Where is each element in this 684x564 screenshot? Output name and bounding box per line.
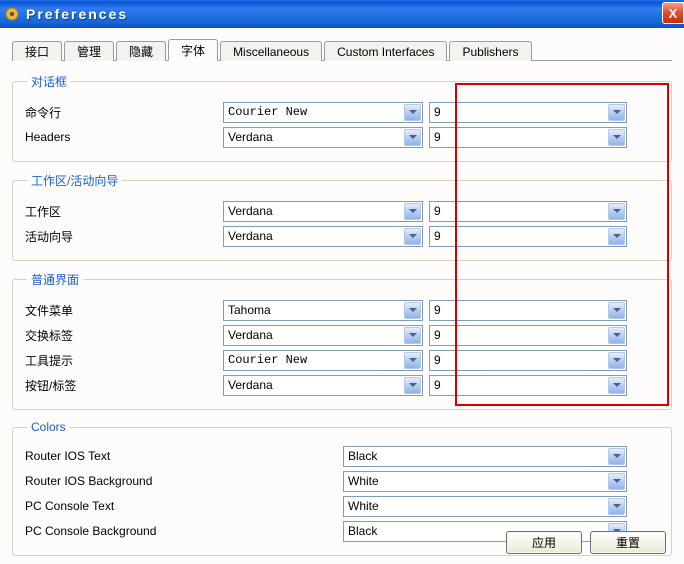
chevron-down-icon <box>608 327 625 344</box>
size-combo-activity[interactable]: 9 <box>429 226 627 247</box>
chevron-down-icon <box>608 448 625 465</box>
chevron-down-icon <box>608 473 625 490</box>
label-pc-text: PC Console Text <box>23 499 343 513</box>
font-combo-filemenu[interactable]: Tahoma <box>223 300 423 321</box>
chevron-down-icon <box>608 228 625 245</box>
client-area: 接口 管理 隐藏 字体 Miscellaneous Custom Interfa… <box>0 28 684 564</box>
chevron-down-icon <box>608 129 625 146</box>
window-title: Preferences <box>26 6 128 22</box>
color-combo-router-text[interactable]: Black <box>343 446 627 467</box>
chevron-down-icon <box>404 377 421 394</box>
chevron-down-icon <box>404 302 421 319</box>
chevron-down-icon <box>608 203 625 220</box>
size-combo-xlabel[interactable]: 9 <box>429 325 627 346</box>
label-cmdline: 命令行 <box>23 104 223 121</box>
label-router-text: Router IOS Text <box>23 449 343 463</box>
label-pc-bg: PC Console Background <box>23 524 343 538</box>
chevron-down-icon <box>404 129 421 146</box>
label-headers: Headers <box>23 130 223 144</box>
group-general-legend: 普通界面 <box>27 271 83 288</box>
tab-interface[interactable]: 接口 <box>12 41 62 61</box>
row-filemenu: 文件菜单 Tahoma 9 <box>23 299 661 321</box>
label-btnlabel: 按钮/标签 <box>23 377 223 394</box>
font-combo-headers[interactable]: Verdana <box>223 127 423 148</box>
tab-misc[interactable]: Miscellaneous <box>220 41 322 61</box>
row-router-text: Router IOS Text Black <box>23 445 661 467</box>
row-headers: Headers Verdana 9 <box>23 126 661 148</box>
label-tooltip: 工具提示 <box>23 352 223 369</box>
chevron-down-icon <box>404 352 421 369</box>
app-icon <box>4 6 20 22</box>
size-combo-tooltip[interactable]: 9 <box>429 350 627 371</box>
tab-publishers[interactable]: Publishers <box>449 41 531 61</box>
font-combo-xlabel[interactable]: Verdana <box>223 325 423 346</box>
group-dialog: 对话框 命令行 Courier New 9 Headers Verdana <box>12 73 672 162</box>
tab-strip: 接口 管理 隐藏 字体 Miscellaneous Custom Interfa… <box>12 38 672 60</box>
chevron-down-icon <box>608 498 625 515</box>
tab-custom-interfaces[interactable]: Custom Interfaces <box>324 41 447 61</box>
font-combo-btnlabel[interactable]: Verdana <box>223 375 423 396</box>
chevron-down-icon <box>404 104 421 121</box>
group-dialog-legend: 对话框 <box>27 73 71 90</box>
tab-hide[interactable]: 隐藏 <box>116 41 166 61</box>
font-combo-activity[interactable]: Verdana <box>223 226 423 247</box>
footer-buttons: 应用 重置 <box>506 531 666 554</box>
group-workspace: 工作区/活动向导 工作区 Verdana 9 活动向导 Verdana <box>12 172 672 261</box>
color-combo-router-bg[interactable]: White <box>343 471 627 492</box>
chevron-down-icon <box>404 327 421 344</box>
row-btnlabel: 按钮/标签 Verdana 9 <box>23 374 661 396</box>
label-activity: 活动向导 <box>23 228 223 245</box>
row-activity: 活动向导 Verdana 9 <box>23 225 661 247</box>
row-router-bg: Router IOS Background White <box>23 470 661 492</box>
label-xlabel: 交换标签 <box>23 327 223 344</box>
size-combo-headers[interactable]: 9 <box>429 127 627 148</box>
row-cmdline: 命令行 Courier New 9 <box>23 101 661 123</box>
titlebar: Preferences X <box>0 0 684 28</box>
group-workspace-legend: 工作区/活动向导 <box>27 172 122 189</box>
chevron-down-icon <box>404 203 421 220</box>
font-combo-workspace[interactable]: Verdana <box>223 201 423 222</box>
size-combo-filemenu[interactable]: 9 <box>429 300 627 321</box>
apply-button[interactable]: 应用 <box>506 531 582 554</box>
label-filemenu: 文件菜单 <box>23 302 223 319</box>
color-combo-pc-text[interactable]: White <box>343 496 627 517</box>
tab-font[interactable]: 字体 <box>168 39 218 61</box>
size-combo-cmdline[interactable]: 9 <box>429 102 627 123</box>
close-button[interactable]: X <box>662 2 684 24</box>
font-combo-cmdline[interactable]: Courier New <box>223 102 423 123</box>
size-combo-btnlabel[interactable]: 9 <box>429 375 627 396</box>
row-tooltip: 工具提示 Courier New 9 <box>23 349 661 371</box>
chevron-down-icon <box>608 352 625 369</box>
row-pc-text: PC Console Text White <box>23 495 661 517</box>
group-colors-legend: Colors <box>27 420 70 434</box>
close-icon: X <box>669 6 678 21</box>
row-xlabel: 交换标签 Verdana 9 <box>23 324 661 346</box>
chevron-down-icon <box>608 377 625 394</box>
chevron-down-icon <box>608 104 625 121</box>
font-combo-tooltip[interactable]: Courier New <box>223 350 423 371</box>
tab-manage[interactable]: 管理 <box>64 41 114 61</box>
reset-button[interactable]: 重置 <box>590 531 666 554</box>
label-workspace: 工作区 <box>23 203 223 220</box>
group-general: 普通界面 文件菜单 Tahoma 9 交换标签 Verdana <box>12 271 672 410</box>
label-router-bg: Router IOS Background <box>23 474 343 488</box>
chevron-down-icon <box>404 228 421 245</box>
size-combo-workspace[interactable]: 9 <box>429 201 627 222</box>
tab-body: 对话框 命令行 Courier New 9 Headers Verdana <box>12 60 672 556</box>
chevron-down-icon <box>608 302 625 319</box>
row-workspace: 工作区 Verdana 9 <box>23 200 661 222</box>
